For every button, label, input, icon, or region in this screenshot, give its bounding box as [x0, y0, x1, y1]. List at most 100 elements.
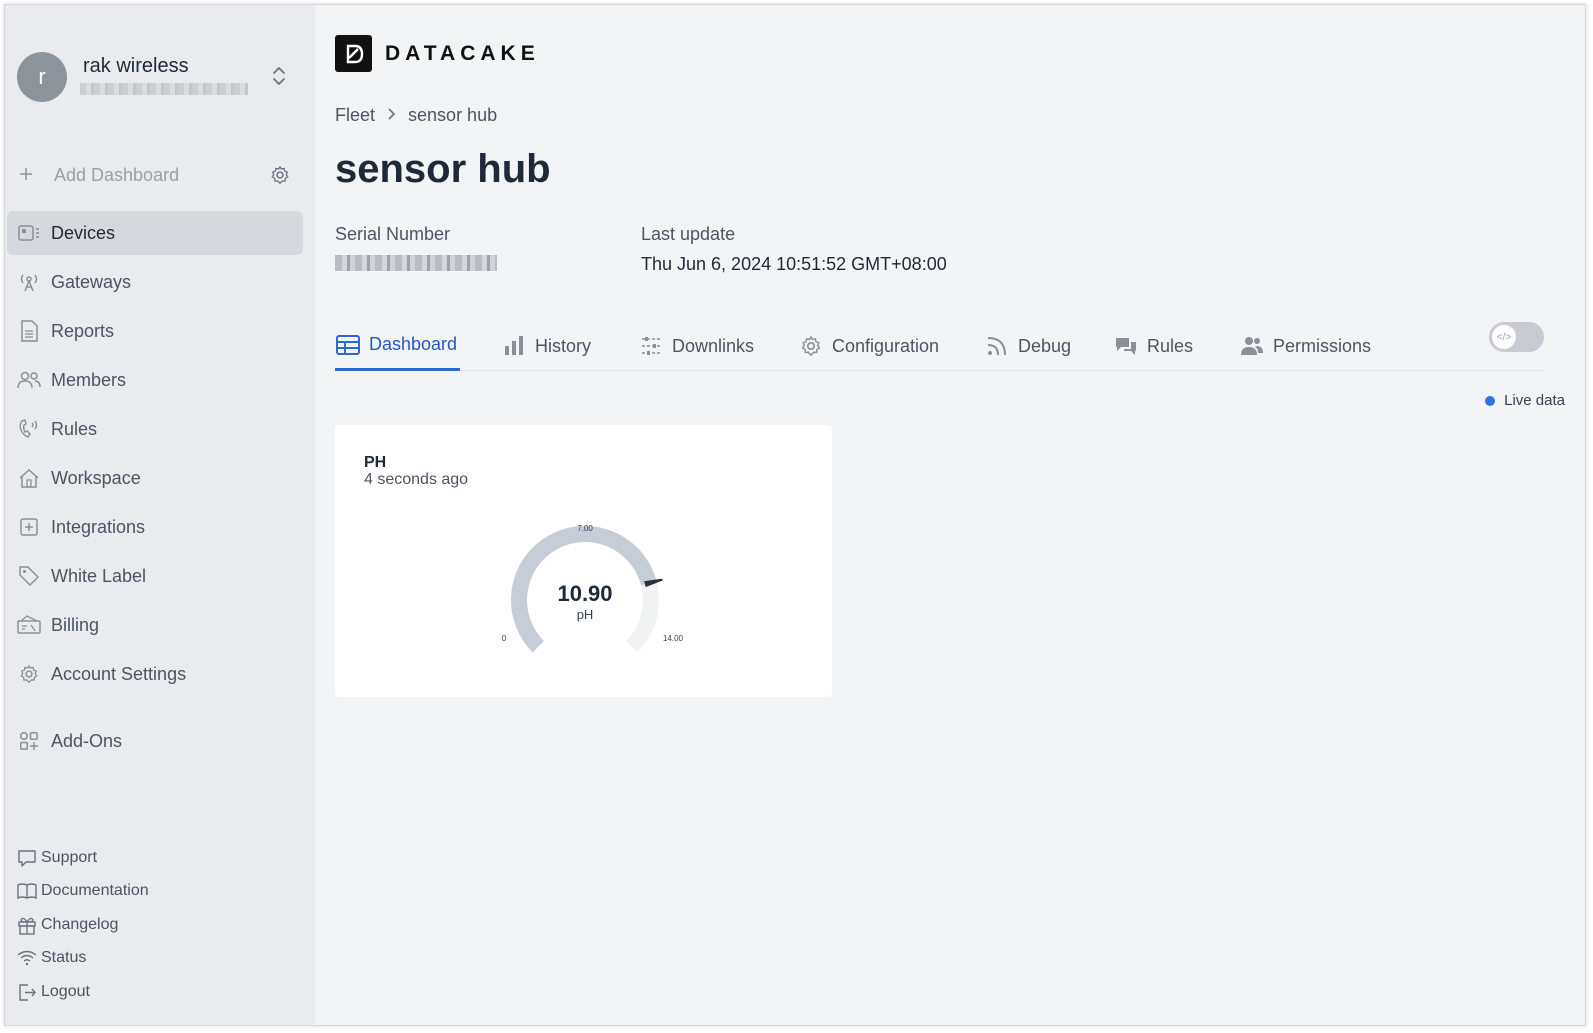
add-dashboard-button[interactable]: + Add Dashboard	[19, 162, 301, 188]
sidebar-item-label: Billing	[51, 614, 100, 635]
tab-label: Dashboard	[369, 334, 458, 354]
sidebar-item-reports[interactable]: Reports	[7, 309, 303, 353]
devices-icon	[17, 221, 41, 245]
sidebar-item-label: Add-Ons	[51, 730, 123, 751]
ph-gauge-widget[interactable]: PH 4 seconds ago 10.90 pH 0 7.00 14.00	[335, 425, 832, 697]
tab-permissions[interactable]: Permissions	[1239, 321, 1371, 371]
logo-icon	[335, 35, 372, 72]
footer-link-label: Changelog	[41, 915, 119, 933]
org-switcher[interactable]: r rak wireless	[17, 52, 301, 108]
sidebar-item-label: Integrations	[51, 516, 146, 537]
last-update-label: Last update	[641, 224, 736, 244]
footer-link-support[interactable]: Support	[17, 841, 297, 875]
sidebar-item-gateways[interactable]: Gateways	[7, 260, 303, 304]
sidebar-footer: Support Documentation Changelog Status L…	[17, 841, 297, 1009]
bar-chart-icon	[501, 333, 527, 359]
sidebar-item-integrations[interactable]: Integrations	[7, 505, 303, 549]
integrations-icon	[17, 515, 41, 539]
addons-icon	[17, 729, 41, 753]
widget-timestamp: 4 seconds ago	[364, 471, 469, 488]
code-icon: </>	[1492, 325, 1516, 349]
gauge: 10.90 pH 0 7.00 14.00	[502, 524, 684, 653]
sidebar-addons-section: Add-Ons	[7, 719, 303, 768]
tab-debug[interactable]: Debug	[984, 321, 1071, 371]
footer-link-documentation[interactable]: Documentation	[17, 875, 297, 909]
sidebar-item-label: White Label	[51, 565, 147, 586]
sliders-icon	[638, 333, 664, 359]
sidebar-item-white-label[interactable]: White Label	[7, 554, 303, 598]
sidebar-item-account-settings[interactable]: Account Settings	[7, 652, 303, 696]
footer-link-label: Documentation	[41, 882, 149, 900]
breadcrumb: Fleet sensor hub	[335, 105, 497, 126]
rss-icon	[984, 333, 1010, 359]
page-title: sensor hub	[335, 147, 551, 191]
tab-label: Debug	[1018, 335, 1072, 356]
sidebar-item-label: Account Settings	[51, 663, 187, 684]
live-data-indicator: Live data	[1485, 392, 1565, 409]
gauge-unit: pH	[577, 607, 594, 622]
sidebar-item-billing[interactable]: Billing	[7, 603, 303, 647]
sidebar-item-rules[interactable]: Rules	[7, 407, 303, 451]
gauge-mid-label: 7.00	[577, 524, 593, 533]
sidebar-item-label: Workspace	[51, 467, 141, 488]
wifi-icon	[17, 948, 37, 968]
sidebar-item-label: Devices	[51, 222, 116, 243]
gift-icon	[17, 915, 37, 935]
sidebar-item-add-ons[interactable]: Add-Ons	[7, 719, 303, 763]
last-update-value: Thu Jun 6, 2024 10:51:52 GMT+08:00	[641, 254, 947, 274]
tab-label: Downlinks	[672, 335, 755, 356]
add-dashboard-label: Add Dashboard	[54, 164, 180, 185]
developer-mode-toggle[interactable]: </>	[1489, 322, 1544, 352]
chevron-right-icon	[387, 105, 396, 126]
tab-configuration[interactable]: Configuration	[798, 321, 939, 371]
device-tabs: Dashboard History Downlinks Configuratio…	[335, 321, 1545, 371]
tab-label: Configuration	[832, 335, 940, 356]
live-data-label: Live data	[1504, 392, 1565, 409]
footer-link-label: Support	[41, 848, 98, 866]
footer-link-label: Logout	[41, 982, 90, 1000]
widget-title: PH	[364, 454, 387, 471]
gear-icon[interactable]	[269, 164, 291, 186]
gauge-max-label: 14.00	[663, 634, 684, 643]
table-icon	[335, 332, 361, 358]
breadcrumb-fleet[interactable]: Fleet	[335, 105, 375, 126]
sidebar-item-label: Gateways	[51, 271, 132, 292]
org-name: rak wireless	[83, 55, 189, 77]
main-content: DATACAKE Fleet sensor hub sensor hub Ser…	[315, 5, 1585, 1025]
gauge-min-label: 0	[502, 634, 507, 643]
chevron-up-down-icon[interactable]	[271, 64, 287, 88]
tag-icon	[17, 564, 41, 588]
rules-icon	[17, 417, 41, 441]
sidebar-item-workspace[interactable]: Workspace	[7, 456, 303, 500]
gear-icon	[798, 333, 824, 359]
datacake-logo[interactable]: DATACAKE	[335, 35, 540, 72]
sidebar-item-label: Members	[51, 369, 127, 390]
footer-link-logout[interactable]: Logout	[17, 975, 297, 1009]
comments-icon	[1113, 333, 1139, 359]
workspace-icon	[17, 466, 41, 490]
billing-icon	[17, 613, 41, 637]
sidebar-item-label: Reports	[51, 320, 115, 341]
sidebar: r rak wireless + Add Dashboard Devices G…	[5, 5, 315, 1025]
footer-link-status[interactable]: Status	[17, 942, 297, 976]
gear-icon	[17, 662, 41, 686]
sidebar-item-devices[interactable]: Devices	[7, 211, 303, 255]
book-icon	[17, 881, 37, 901]
tab-downlinks[interactable]: Downlinks	[638, 321, 754, 371]
serial-number-label: Serial Number	[335, 224, 451, 244]
logo-text: DATACAKE	[385, 41, 540, 65]
tab-history[interactable]: History	[501, 321, 591, 371]
tab-dashboard[interactable]: Dashboard	[335, 321, 460, 371]
avatar: r	[17, 52, 67, 102]
footer-link-changelog[interactable]: Changelog	[17, 908, 297, 942]
app-window: r rak wireless + Add Dashboard Devices G…	[4, 4, 1586, 1026]
gateway-icon	[17, 270, 41, 294]
tab-rules[interactable]: Rules	[1113, 321, 1193, 371]
sidebar-item-members[interactable]: Members	[7, 358, 303, 402]
gauge-value: 10.90	[557, 581, 612, 606]
plus-icon: +	[19, 161, 34, 188]
footer-link-label: Status	[41, 949, 87, 967]
chat-icon	[17, 848, 37, 868]
report-icon	[17, 319, 41, 343]
tab-label: Rules	[1147, 335, 1194, 356]
